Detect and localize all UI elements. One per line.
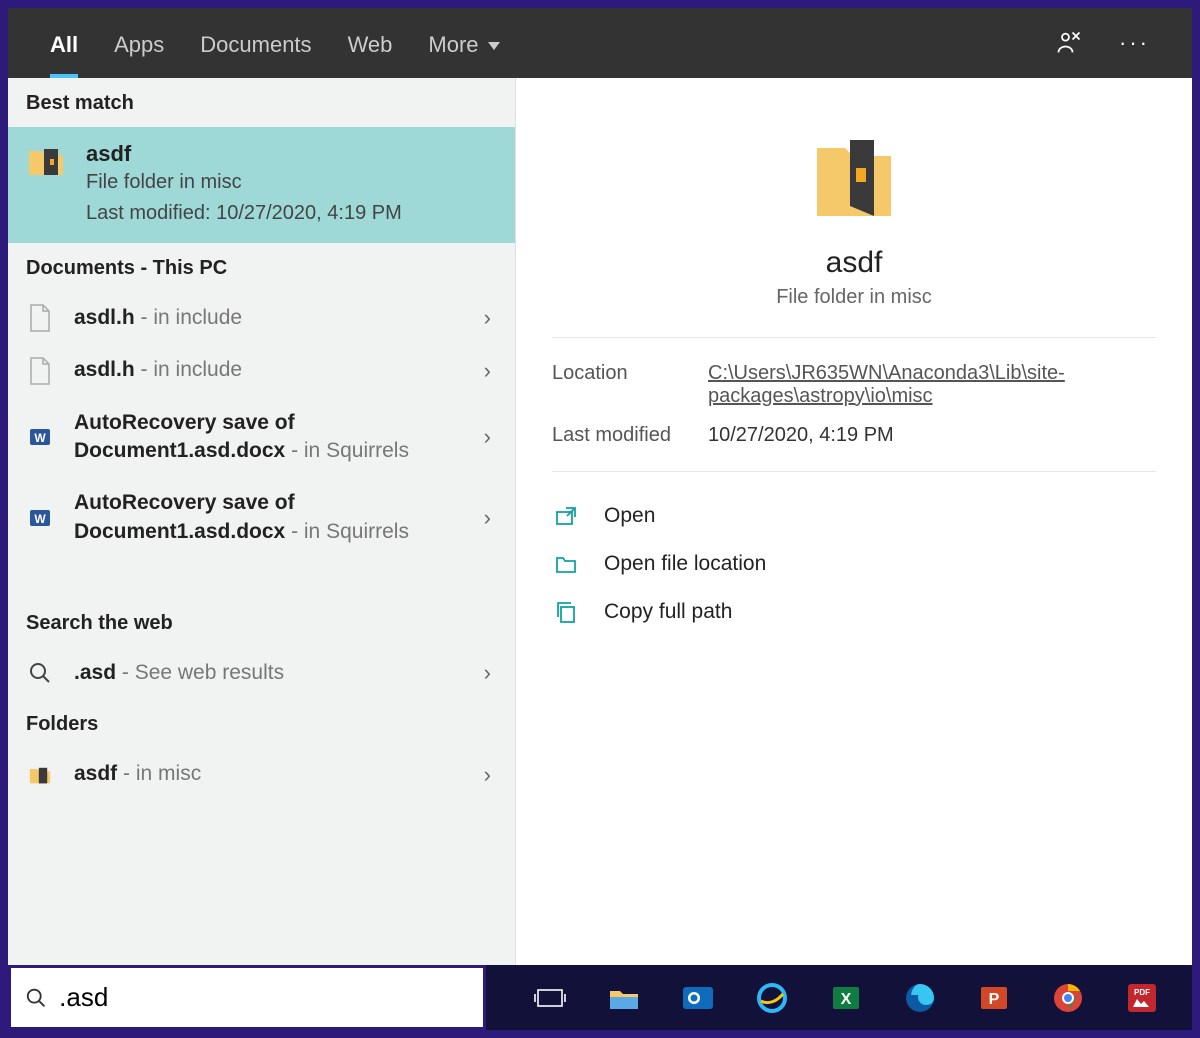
preview-panel: asdf File folder in misc Location C:\Use… [515,78,1192,1030]
svg-text:X: X [841,991,852,1008]
outlook-icon[interactable] [678,978,718,1018]
powerpoint-icon[interactable]: P [974,978,1014,1018]
tab-more[interactable]: More [410,8,518,78]
search-input[interactable] [59,982,469,1013]
search-tabs: All Apps Documents Web More ··· [8,8,1192,78]
folder-icon [26,761,54,789]
chevron-right-icon: › [484,660,497,686]
open-location-action[interactable]: Open file location [552,540,1156,588]
feedback-icon[interactable] [1037,8,1101,78]
open-action[interactable]: Open [552,492,1156,540]
result-document[interactable]: asdl.h - in include › [8,292,515,344]
pdf-icon[interactable]: PDF [1122,978,1162,1018]
section-folders: Folders [8,699,515,748]
tab-web[interactable]: Web [330,8,411,78]
file-explorer-icon[interactable] [604,978,644,1018]
result-folder[interactable]: asdf - in misc › [8,748,515,800]
chevron-right-icon: › [484,424,497,450]
section-search-web: Search the web [8,598,515,647]
tab-all[interactable]: All [32,8,96,78]
result-document[interactable]: asdl.h - in include › [8,344,515,396]
best-match-title: asdf [86,141,497,167]
svg-text:PDF: PDF [1134,988,1150,997]
edge-icon[interactable] [900,978,940,1018]
result-web[interactable]: .asd - See web results › [8,647,515,699]
result-document[interactable]: W AutoRecovery save of Document1.asd.doc… [8,477,515,558]
modified-value: 10/27/2020, 4:19 PM [708,424,894,447]
copy-path-action[interactable]: Copy full path [552,588,1156,636]
svg-text:P: P [989,991,1000,1008]
best-match-modified: Last modified: 10/27/2020, 4:19 PM [86,202,497,225]
chevron-down-icon [485,37,501,53]
svg-text:W: W [34,431,46,445]
file-icon [26,304,54,332]
best-match-subtitle: File folder in misc [86,171,497,194]
location-label: Location [552,362,708,408]
more-options-icon[interactable]: ··· [1101,8,1168,78]
chevron-right-icon: › [484,762,497,788]
word-doc-icon: W [26,504,54,532]
word-doc-icon: W [26,423,54,451]
chrome-icon[interactable] [1048,978,1088,1018]
folder-icon-large [812,128,896,228]
copy-icon [552,598,580,626]
svg-text:W: W [34,512,46,526]
excel-icon[interactable]: X [826,978,866,1018]
preview-subtitle: File folder in misc [776,286,932,309]
search-icon [26,659,54,687]
chevron-right-icon: › [484,505,497,531]
results-panel: Best match asdf File folder in misc Last… [8,78,515,1030]
folder-open-icon [552,550,580,578]
search-icon [25,986,47,1010]
section-documents: Documents - This PC [8,243,515,292]
modified-label: Last modified [552,424,708,447]
chevron-right-icon: › [484,305,497,331]
task-view-icon[interactable] [530,978,570,1018]
chevron-right-icon: › [484,358,497,384]
location-value[interactable]: C:\Users\JR635WN\Anaconda3\Lib\site-pack… [708,362,1156,408]
internet-explorer-icon[interactable] [752,978,792,1018]
tab-apps[interactable]: Apps [96,8,182,78]
search-box[interactable] [8,965,486,1030]
best-match-result[interactable]: asdf File folder in misc Last modified: … [8,127,515,243]
section-best-match: Best match [8,78,515,127]
result-document[interactable]: W AutoRecovery save of Document1.asd.doc… [8,397,515,478]
open-icon [552,502,580,530]
tab-documents[interactable]: Documents [182,8,329,78]
preview-title: asdf [826,246,883,280]
file-icon [26,357,54,385]
folder-icon [26,141,66,181]
taskbar: X P PDF [8,965,1192,1030]
